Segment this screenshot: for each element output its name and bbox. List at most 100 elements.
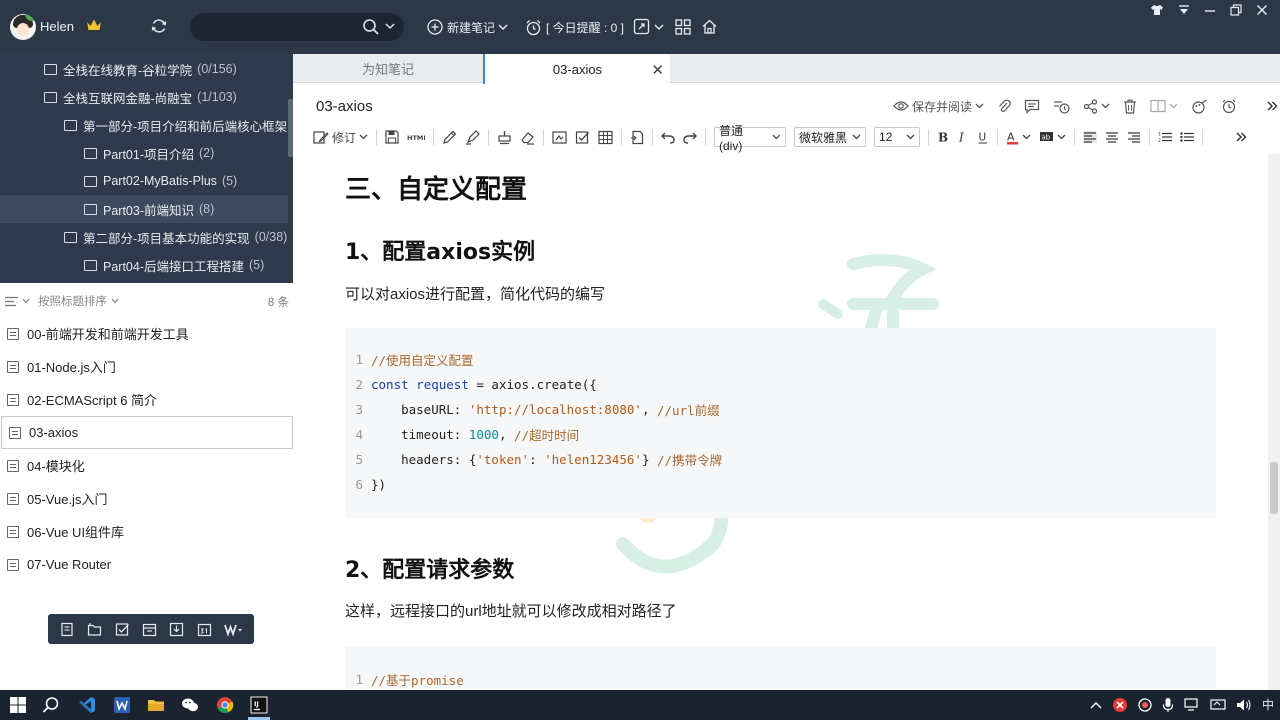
list-item[interactable]: 02-ECMAScript 6 简介 — [0, 383, 293, 416]
record-icon[interactable] — [1138, 697, 1152, 712]
word-icon[interactable] — [223, 622, 242, 637]
search-icon[interactable] — [42, 696, 60, 714]
folder-add-icon[interactable] — [87, 622, 102, 637]
save-icon[interactable] — [385, 130, 399, 144]
redo-icon[interactable] — [683, 131, 698, 144]
editor-scrollbar[interactable] — [1268, 154, 1280, 690]
list-view-icon[interactable] — [5, 296, 18, 307]
reminder-button[interactable]: [ 今日提醒 : 0 ] — [525, 17, 624, 37]
underline-icon[interactable]: U — [977, 130, 989, 144]
chevron-up-icon[interactable] — [1090, 701, 1102, 709]
list-item-selected[interactable]: 03-axios — [1, 416, 293, 449]
list-item[interactable]: 06-Vue UI组件库 — [0, 515, 293, 548]
block-format-select[interactable]: 普通 (div) — [714, 124, 787, 153]
checkbox-icon[interactable] — [115, 622, 130, 637]
tree-item[interactable]: Part01-项目介绍 (2) — [0, 139, 288, 167]
network-icon[interactable] — [1184, 697, 1200, 712]
tree-item[interactable]: Part04-后端接口工程搭建 (5) — [0, 251, 288, 279]
sort-label[interactable]: 按照标题排序 — [38, 293, 107, 309]
search-icon[interactable] — [362, 18, 380, 36]
chevron-down-icon[interactable] — [111, 298, 119, 304]
tree-item-selected[interactable]: Part03-前端知识 (8) — [0, 195, 288, 223]
chrome-icon[interactable] — [216, 696, 234, 714]
display-icon[interactable] — [1210, 698, 1226, 712]
expand-icon[interactable] — [633, 18, 650, 35]
checkbox-icon[interactable] — [575, 130, 590, 145]
trash-icon[interactable] — [1123, 99, 1137, 114]
search-input[interactable] — [202, 18, 352, 36]
alarm-clock-icon[interactable] — [1221, 98, 1237, 114]
layout-button[interactable] — [1150, 99, 1178, 113]
font-size-select[interactable]: 12 — [874, 127, 921, 147]
undo-icon[interactable] — [661, 131, 675, 144]
eraser-icon[interactable] — [520, 130, 535, 145]
grid-apps-icon[interactable] — [675, 19, 691, 35]
italic-icon[interactable]: I — [957, 130, 969, 145]
calendar-31-icon[interactable] — [197, 622, 212, 637]
clip-icon[interactable] — [169, 622, 184, 637]
image-edit-icon[interactable] — [552, 130, 567, 145]
user-name[interactable]: Helen — [40, 19, 74, 34]
menu-dropdown-icon[interactable] — [1178, 4, 1190, 16]
code-block[interactable]: 1//使用自定义配置 2 const request = axios.create… — [345, 328, 1216, 518]
tree-item[interactable]: 第二部分-项目基本功能的实现 (0/38) — [0, 223, 288, 251]
new-note-button[interactable]: 新建笔记 — [427, 17, 508, 37]
tree-item[interactable]: 第一部分-项目介绍和前后端核心框架 — [0, 111, 288, 139]
wechat-icon[interactable] — [181, 696, 199, 714]
list-item[interactable]: 04-模块化 — [0, 449, 293, 482]
bold-icon[interactable]: B — [937, 130, 949, 145]
vscode-icon[interactable] — [78, 696, 96, 714]
pencil-icon[interactable] — [442, 130, 457, 145]
more-icon[interactable] — [1235, 131, 1247, 143]
close-icon[interactable] — [1256, 4, 1268, 16]
note-title[interactable]: 03-axios — [316, 98, 373, 115]
html-icon[interactable]: HTML — [407, 130, 425, 144]
scroll-thumb[interactable] — [1270, 462, 1278, 514]
chevron-down-icon[interactable] — [654, 23, 664, 31]
ordered-list-icon[interactable]: 12 — [1158, 131, 1173, 143]
search-box[interactable] — [190, 13, 404, 41]
background-color-button[interactable]: ab — [1039, 130, 1066, 144]
user-avatar[interactable] — [10, 14, 36, 40]
document-content[interactable]: 三、自定义配置 1、配置axios实例 可以对axios进行配置，简化代码的编写… — [293, 154, 1268, 690]
sync-icon[interactable] — [150, 17, 168, 35]
input-method-indicator[interactable]: 中 — [1262, 696, 1274, 713]
close-tab-icon[interactable]: ✕ — [651, 61, 664, 79]
align-left-icon[interactable] — [1083, 131, 1098, 143]
format-painter-icon[interactable] — [497, 130, 512, 145]
comment-icon[interactable] — [1024, 99, 1040, 114]
app-tray-icon[interactable] — [1112, 697, 1128, 713]
palette-icon[interactable] — [1191, 98, 1208, 114]
list-item[interactable]: 05-Vue.js入门 — [0, 482, 293, 515]
restore-icon[interactable] — [1230, 4, 1242, 16]
table-icon[interactable] — [598, 130, 613, 145]
tree-item[interactable]: 全栈互联网金融-尚融宝 (1/103) — [0, 83, 288, 111]
bullet-list-icon[interactable] — [1180, 131, 1195, 143]
home-icon[interactable] — [701, 18, 718, 35]
highlighter-icon[interactable] — [465, 129, 480, 145]
list-item[interactable]: 01-Node.js入门 — [0, 350, 293, 383]
tree-item[interactable]: Part02-MyBatis-Plus (5) — [0, 167, 288, 195]
tab-03-axios[interactable]: 03-axios ✕ — [483, 54, 670, 84]
chevron-down-icon[interactable] — [22, 298, 30, 304]
font-color-button[interactable]: A — [1006, 130, 1031, 145]
code-block[interactable]: 1//基于promise — [345, 647, 1216, 690]
minimize-icon[interactable] — [1204, 4, 1216, 16]
attachment-icon[interactable] — [997, 98, 1011, 114]
share-button[interactable] — [1083, 98, 1110, 114]
skin-icon[interactable] — [1150, 4, 1164, 16]
font-family-select[interactable]: 微软雅黑 — [794, 127, 867, 147]
tree-item[interactable]: 全栈在线教育-谷粒学院 (0/156) — [0, 55, 288, 83]
intellij-icon[interactable]: IJ — [250, 696, 268, 714]
word-app-icon[interactable] — [113, 696, 131, 714]
history-icon[interactable] — [1053, 99, 1070, 114]
more-icon[interactable] — [1266, 100, 1278, 112]
save-read-button[interactable]: 保存并阅读 — [893, 98, 984, 115]
chevron-down-icon[interactable] — [385, 22, 395, 30]
volume-icon[interactable] — [1236, 698, 1252, 712]
list-item[interactable]: 07-Vue Router — [0, 548, 293, 581]
list-item[interactable]: 00-前端开发和前端开发工具 — [0, 317, 293, 350]
file-explorer-icon[interactable] — [147, 696, 165, 714]
tab-wiznote[interactable]: 为知笔记 — [293, 54, 483, 83]
windows-start-icon[interactable] — [9, 696, 27, 714]
